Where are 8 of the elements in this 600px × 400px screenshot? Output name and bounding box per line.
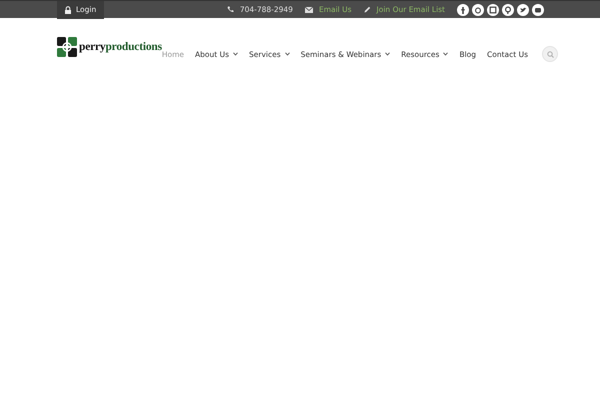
phone-icon	[226, 6, 234, 13]
logo-icon	[57, 37, 77, 57]
logo-text: perryproductions	[79, 41, 162, 53]
search-icon	[546, 50, 554, 58]
envelope-icon	[304, 6, 313, 12]
twitter-icon[interactable]	[517, 4, 529, 16]
pencil-icon	[364, 6, 371, 13]
lock-icon	[65, 6, 71, 14]
